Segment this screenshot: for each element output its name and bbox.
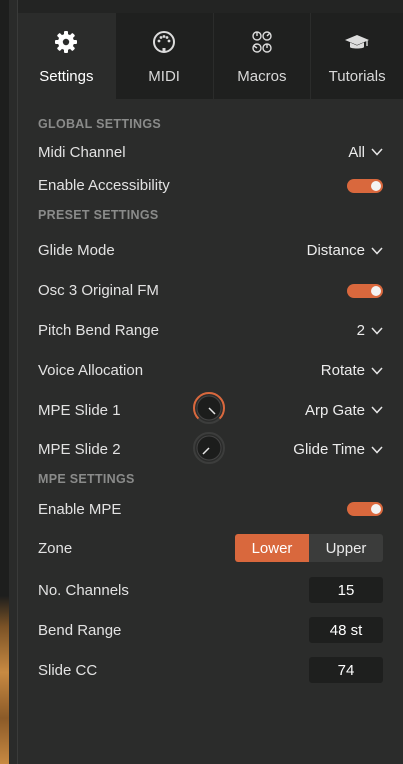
tab-label: Settings [39,68,94,85]
accessibility-label: Enable Accessibility [38,177,170,194]
slide-cc-label: Slide CC [38,661,98,679]
glide-mode-row: Glide Mode Distance [38,227,383,274]
glide-mode-dropdown[interactable]: Distance [307,242,383,259]
midi-channel-value: All [348,143,365,161]
wood-side-panel [0,0,9,764]
graduation-cap-icon [344,29,370,55]
mpe-settings-header: MPE SETTINGS [38,472,135,486]
tab-label: Macros [237,68,287,85]
toggle-knob [371,504,381,514]
settings-content: GLOBAL SETTINGS Midi Channel All Enable … [18,112,403,690]
voice-allocation-value: Rotate [320,362,365,379]
bend-range-label: Bend Range [38,621,122,639]
glide-mode-value: Distance [306,242,365,259]
chevron-down-icon [371,445,383,454]
pitch-bend-row: Pitch Bend Range 2 [38,307,383,354]
tab-label: Tutorials [328,68,386,85]
voice-allocation-dropdown[interactable]: Rotate [321,362,383,379]
pitch-bend-value: 2 [356,322,365,339]
mpe-slide2-row: MPE Slide 2 Glide Time [38,431,383,469]
voice-allocation-label: Voice Allocation [38,362,144,379]
tab-tutorials[interactable]: Tutorials [311,13,403,99]
settings-panel: Settings MIDI Macros Tutorials GLOBAL SE… [17,0,403,764]
gear-icon [53,29,79,55]
mpe-slide1-dropdown[interactable]: Arp Gate [305,402,383,419]
mpe-slide1-row: MPE Slide 1 Arp Gate [38,387,383,433]
zone-upper-button[interactable]: Upper [309,534,383,562]
chevron-down-icon [371,366,383,375]
slide-cc-row: Slide CC 74 [38,650,383,690]
midi-channel-dropdown[interactable]: All [348,144,383,161]
zone-label: Zone [38,539,73,557]
mpe-slide1-knob[interactable] [192,391,226,429]
midi-channel-label: Midi Channel [38,143,126,161]
pitch-bend-label: Pitch Bend Range [38,322,159,339]
enable-mpe-row: Enable MPE [38,492,383,526]
chevron-down-icon [371,148,383,156]
mpe-slide2-label: MPE Slide 2 [38,441,121,458]
chevron-down-icon [371,246,383,255]
macro-knobs-icon [249,29,275,55]
osc3-fm-label: Osc 3 Original FM [38,282,159,299]
tab-label: MIDI [148,68,180,85]
channels-field[interactable]: 15 [309,577,383,603]
tab-settings[interactable]: Settings [18,13,116,99]
zone-row: Zone Lower Upper [38,526,383,570]
mpe-slide2-dropdown[interactable]: Glide Time [293,441,383,458]
top-bar [18,0,403,13]
toggle-knob [371,285,381,296]
bend-range-row: Bend Range 48 st [38,610,383,650]
midi-connector-icon [151,29,177,55]
zone-selector: Lower Upper [235,534,383,562]
mpe-slide2-value: Glide Time [293,441,365,458]
chevron-down-icon [371,326,383,335]
enable-mpe-label: Enable MPE [38,500,122,518]
voice-allocation-row: Voice Allocation Rotate [38,354,383,387]
osc3-fm-toggle[interactable] [347,283,383,298]
mpe-slide1-value: Arp Gate [304,401,365,419]
pitch-bend-dropdown[interactable]: 2 [357,322,383,339]
tab-macros[interactable]: Macros [213,13,312,99]
mpe-slide2-knob[interactable] [192,431,226,469]
global-settings-header: GLOBAL SETTINGS [38,117,162,131]
accessibility-row: Enable Accessibility [38,168,383,203]
midi-channel-row: Midi Channel All [38,136,383,168]
tab-bar: Settings MIDI Macros Tutorials [18,13,403,99]
slide-cc-field[interactable]: 74 [309,657,383,683]
channels-row: No. Channels 15 [38,570,383,610]
osc3-fm-row: Osc 3 Original FM [38,274,383,307]
chevron-down-icon [371,406,383,414]
mpe-slide1-label: MPE Slide 1 [38,401,121,419]
channels-label: No. Channels [38,581,129,599]
tab-midi[interactable]: MIDI [115,13,214,99]
bend-range-field[interactable]: 48 st [309,617,383,643]
toggle-knob [371,180,381,191]
glide-mode-label: Glide Mode [38,242,115,259]
zone-lower-button[interactable]: Lower [235,534,309,562]
enable-mpe-toggle[interactable] [347,502,383,516]
accessibility-toggle[interactable] [347,178,383,193]
preset-settings-header: PRESET SETTINGS [38,208,159,222]
